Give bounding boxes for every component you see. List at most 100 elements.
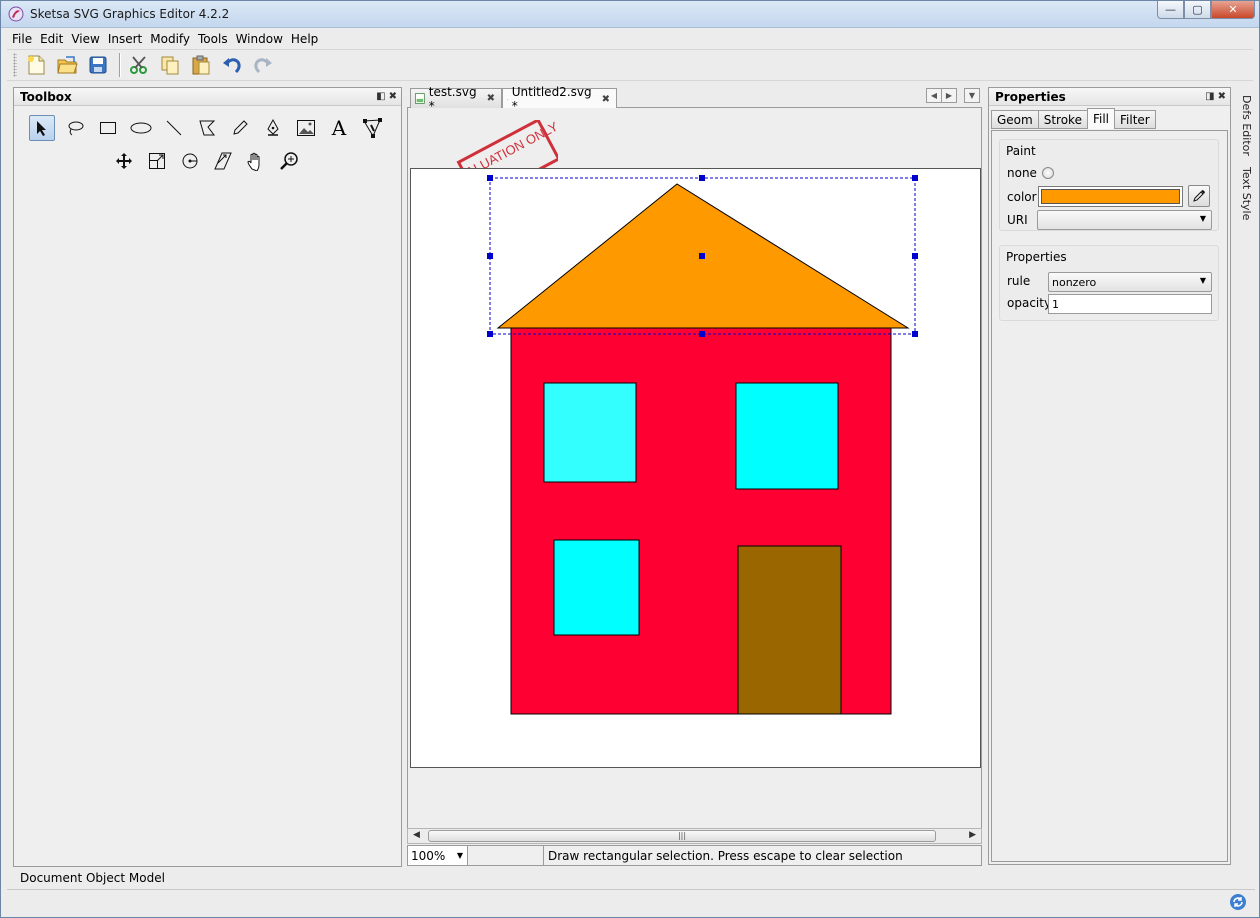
selection-handle[interactable]	[487, 253, 493, 259]
editor-status-bar: 100% ▼ Draw rectangular selection. Press…	[407, 845, 982, 866]
text-icon[interactable]: A	[326, 115, 352, 141]
close-tab-icon[interactable]: ✖	[487, 93, 495, 104]
status-message: Draw rectangular selection. Press escape…	[548, 848, 903, 863]
minimize-button[interactable]: —	[1157, 1, 1184, 19]
color-swatch-field[interactable]	[1038, 186, 1183, 207]
close-button[interactable]: ✕	[1211, 1, 1255, 19]
rectangle-icon[interactable]	[95, 115, 121, 141]
open-folder-icon[interactable]	[53, 51, 81, 79]
ellipse-icon[interactable]	[128, 115, 154, 141]
fill-rule-value: nonzero	[1052, 275, 1097, 289]
skew-icon[interactable]	[210, 148, 236, 174]
menu-edit[interactable]: Edit	[36, 32, 67, 46]
tab-untitled2-svg[interactable]: Untitled2.svg * ✖	[502, 85, 617, 113]
node-edit-icon[interactable]	[359, 115, 385, 141]
tab-stroke[interactable]: Stroke	[1037, 110, 1088, 129]
none-label: none	[1007, 166, 1037, 180]
paint-group: Paint none color URI ▼	[999, 139, 1219, 231]
panel-minimize-icon[interactable]: ◧	[376, 91, 385, 102]
hand-pan-icon[interactable]	[243, 148, 269, 174]
panel-close-icon[interactable]: ✖	[389, 91, 397, 102]
rotate-icon[interactable]	[177, 148, 203, 174]
maximize-button[interactable]: ▢	[1184, 1, 1211, 19]
paint-group-title: Paint	[1006, 144, 1036, 158]
menu-view[interactable]: View	[67, 32, 103, 46]
save-icon[interactable]	[84, 51, 112, 79]
fill-properties: Paint none color URI ▼ Properties rule n…	[991, 130, 1228, 862]
scroll-right-icon[interactable]: ▶	[969, 830, 976, 840]
line-icon[interactable]	[161, 115, 187, 141]
menu-file[interactable]: File	[7, 32, 36, 46]
svg-page[interactable]	[410, 168, 981, 768]
tab-geom[interactable]: Geom	[991, 110, 1039, 129]
dom-panel-label[interactable]: Document Object Model	[20, 871, 165, 885]
selection-handle[interactable]	[912, 175, 918, 181]
tab-test-svg[interactable]: test.svg * ✖	[410, 85, 502, 113]
lasso-icon[interactable]	[62, 115, 88, 141]
scroll-left-icon[interactable]: ◀	[413, 830, 420, 840]
house-window-top-left[interactable]	[543, 382, 637, 483]
paste-icon[interactable]	[187, 51, 215, 79]
selection-handle[interactable]	[487, 175, 493, 181]
cut-icon[interactable]	[125, 51, 153, 79]
pen-icon[interactable]	[260, 115, 286, 141]
image-icon[interactable]	[293, 115, 319, 141]
selection-handle[interactable]	[912, 253, 918, 259]
tab-scroll-left-icon[interactable]: ◀	[926, 88, 942, 103]
redo-icon[interactable]	[249, 51, 277, 79]
tab-list-dropdown-icon[interactable]: ▼	[964, 88, 980, 103]
toolbar-grip[interactable]	[13, 53, 17, 77]
horizontal-scrollbar[interactable]: ◀ ||| ▶	[407, 828, 982, 844]
eyedropper-button[interactable]	[1188, 185, 1210, 207]
tab-fill[interactable]: Fill	[1086, 108, 1115, 129]
polygon-icon[interactable]	[194, 115, 220, 141]
panel-close-icon[interactable]: ✖	[1218, 91, 1226, 102]
tab-defs-editor[interactable]: Defs Editor	[1235, 95, 1253, 156]
toolbox-header: Toolbox ◧ ✖	[14, 88, 401, 106]
opacity-input[interactable]: 1	[1048, 294, 1212, 314]
zoom-icon[interactable]	[276, 148, 302, 174]
menu-tools[interactable]: Tools	[194, 32, 232, 46]
select-arrow-icon[interactable]	[29, 115, 55, 141]
selection-handle[interactable]	[699, 331, 705, 337]
fill-rule-select[interactable]: nonzero ▼	[1048, 272, 1212, 292]
color-swatch	[1041, 189, 1180, 204]
none-radio[interactable]	[1042, 167, 1054, 179]
selection-center-handle[interactable]	[699, 253, 705, 259]
rule-label: rule	[1007, 274, 1031, 288]
undo-icon[interactable]	[218, 51, 246, 79]
app-window: Sketsa SVG Graphics Editor 4.2.2 — ▢ ✕ F…	[0, 0, 1260, 918]
selection-handle[interactable]	[699, 175, 705, 181]
tab-scroll-right-icon[interactable]: ▶	[941, 88, 957, 103]
menu-insert[interactable]: Insert	[104, 32, 146, 46]
menu-modify[interactable]: Modify	[146, 32, 194, 46]
toolbar-separator	[119, 53, 121, 77]
panel-minimize-icon[interactable]: ◨	[1205, 91, 1214, 102]
pencil-icon[interactable]	[227, 115, 253, 141]
house-window-top-right[interactable]	[735, 382, 839, 490]
menu-help[interactable]: Help	[287, 32, 322, 46]
selection-handle[interactable]	[912, 331, 918, 337]
zoom-value: 100%	[411, 848, 446, 863]
new-file-icon[interactable]	[22, 51, 50, 79]
scale-icon[interactable]	[144, 148, 170, 174]
drawing-canvas[interactable]: EVALUATION ONLY	[407, 108, 982, 828]
tab-text-style[interactable]: Text Style	[1235, 167, 1253, 220]
selection-handle[interactable]	[487, 331, 493, 337]
chevron-down-icon: ▼	[1199, 276, 1206, 285]
editor-area: test.svg * ✖ Untitled2.svg * ✖ ◀ ▶ ▼ EVA…	[407, 85, 982, 866]
tab-filter[interactable]: Filter	[1114, 110, 1156, 129]
zoom-select[interactable]: 100% ▼	[408, 846, 468, 865]
house-door[interactable]	[737, 545, 842, 715]
properties-panel: Properties ◨ ✖ Geom Stroke Fill Filter P…	[988, 87, 1231, 865]
house-window-bottom-left[interactable]	[553, 539, 640, 636]
refresh-icon[interactable]	[1229, 893, 1247, 911]
copy-icon[interactable]	[156, 51, 184, 79]
app-logo-icon	[8, 6, 24, 22]
toolbox-row-2	[111, 148, 309, 174]
uri-select[interactable]: ▼	[1037, 210, 1212, 230]
scrollbar-thumb[interactable]: |||	[428, 830, 936, 842]
move-icon[interactable]	[111, 148, 137, 174]
close-tab-icon[interactable]: ✖	[602, 94, 610, 105]
menu-window[interactable]: Window	[232, 32, 287, 46]
